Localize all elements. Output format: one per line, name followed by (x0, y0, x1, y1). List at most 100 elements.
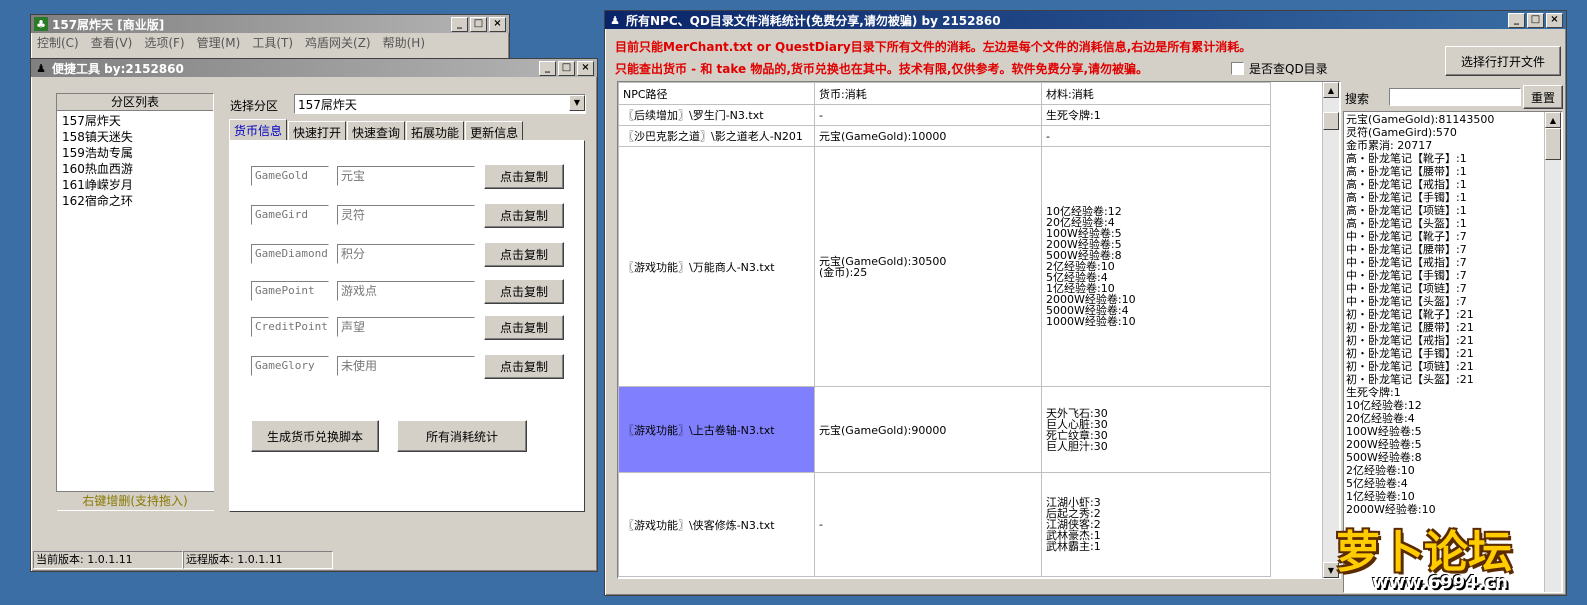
menu-tools[interactable]: 工具(T) (252, 34, 293, 51)
menu-options[interactable]: 选项(F) (144, 34, 184, 51)
open-file-button[interactable]: 选择行打开文件 (1445, 46, 1561, 76)
menu-help[interactable]: 帮助(H) (383, 34, 425, 51)
npc-path-cell[interactable]: 〖沙巴克影之道〗\影之道老人-N201 (618, 125, 815, 147)
watermark-url: www.6994.cn (1372, 572, 1508, 593)
currency-name-field[interactable]: 元宝 (337, 166, 475, 186)
table-row[interactable]: 〖后续增加〗\罗生门-N3.txt - 生死令牌:1 (618, 104, 1271, 126)
menu-view[interactable]: 查看(V) (91, 34, 133, 51)
materials-cell: 江湖小虾:3 后起之秀:2 江湖侠客:2 武林豪杰:1 武林霸主:1 (1041, 472, 1271, 577)
maximize-icon[interactable]: □ (558, 60, 575, 76)
status-remote-version: 远程版本: 1.0.1.11 (183, 551, 333, 569)
column-header-npc-path[interactable]: NPC路径 (618, 82, 815, 105)
close-icon[interactable]: × (577, 60, 594, 76)
currency-code-field[interactable]: GameGird (251, 205, 329, 225)
partition-item[interactable]: 160热血西游 (62, 161, 208, 177)
reset-button[interactable]: 重置 (1523, 85, 1563, 109)
table-row[interactable]: 〖沙巴克影之道〗\影之道老人-N201 元宝(GameGold):10000 - (618, 125, 1271, 147)
total-line: 10亿经验卷:12 (1346, 399, 1422, 412)
npc-path-cell[interactable]: 〖游戏功能〗\上古卷轴-N3.txt (618, 386, 815, 473)
total-line: 中・卧龙笔记【腰带】:7 (1346, 243, 1467, 256)
materials-cell: 天外飞石:30 巨人心脏:30 死亡纹章:30 巨人胆汁:30 (1041, 386, 1271, 473)
materials-cell: - (1041, 125, 1271, 147)
maximize-icon[interactable]: □ (470, 16, 487, 32)
scroll-thumb[interactable] (1323, 112, 1339, 130)
notice-line-2: 只能查出货币 - 和 take 物品的,货币兑换也在其中。技术有限,仅供参考。软… (615, 62, 1149, 76)
total-line: 高・卧龙笔记【靴子】:1 (1346, 152, 1467, 165)
partition-item[interactable]: 162宿命之环 (62, 193, 208, 209)
minimize-icon[interactable]: _ (451, 16, 468, 32)
minimize-icon[interactable]: _ (539, 60, 556, 76)
partition-item[interactable]: 157屌炸天 (62, 113, 208, 129)
currency-name-field[interactable]: 声望 (337, 317, 475, 337)
copy-button[interactable]: 点击复制 (484, 279, 564, 304)
currency-name-field[interactable]: 游戏点 (337, 281, 475, 301)
notice-line-1: 目前只能MerChant.txt or QuestDiary目录下所有文件的消耗… (615, 40, 1252, 54)
total-line: 中・卧龙笔记【手镯】:7 (1346, 269, 1467, 282)
close-icon[interactable]: × (1546, 12, 1563, 28)
menu-control[interactable]: 控制(C) (37, 34, 79, 51)
copy-button[interactable]: 点击复制 (484, 164, 564, 189)
maximize-icon[interactable]: □ (1527, 12, 1544, 28)
all-stats-button[interactable]: 所有消耗统计 (397, 420, 527, 452)
main-window-title: 157屌炸天 [商业版] (52, 17, 165, 32)
copy-button[interactable]: 点击复制 (484, 315, 564, 340)
copy-button[interactable]: 点击复制 (484, 354, 564, 379)
currency-code-field[interactable]: GameGlory (251, 356, 329, 376)
stats-title: 所有NPC、QD目录文件消耗统计(免费分享,请勿被骗) by 2152860 (626, 13, 1001, 28)
table-scrollbar[interactable]: ▲ ▼ (1322, 82, 1339, 578)
partition-item[interactable]: 159浩劫专属 (62, 145, 208, 161)
close-icon[interactable]: × (489, 16, 506, 32)
total-line: 高・卧龙笔记【手镯】:1 (1346, 191, 1467, 204)
npc-path-cell[interactable]: 〖后续增加〗\罗生门-N3.txt (618, 104, 815, 126)
total-line: 1亿经验卷:10 (1346, 490, 1415, 503)
stats-titlebar[interactable]: ♟ 所有NPC、QD目录文件消耗统计(免费分享,请勿被骗) by 2152860… (605, 11, 1566, 29)
scroll-up-icon[interactable]: ▲ (1323, 82, 1339, 98)
partition-item[interactable]: 158镇天迷失 (62, 129, 208, 145)
partition-select[interactable]: 157屌炸天 ▼ (294, 94, 586, 114)
currency-name-field[interactable]: 灵符 (337, 205, 475, 225)
search-label: 搜索 (1345, 92, 1370, 106)
total-line: 元宝(GameGold):81143500 (1346, 113, 1495, 126)
table-row-selected[interactable]: 〖游戏功能〗\上古卷轴-N3.txt 元宝(GameGold):90000 天外… (618, 386, 1271, 473)
total-line: 灵符(GameGird):570 (1346, 126, 1457, 139)
copy-button[interactable]: 点击复制 (484, 242, 564, 267)
column-header-currency[interactable]: 货币:消耗 (814, 82, 1042, 105)
total-line: 初・卧龙笔记【手镯】:21 (1346, 347, 1474, 360)
menu-gateway[interactable]: 鸡盾网关(Z) (305, 34, 371, 51)
table-row[interactable]: 〖游戏功能〗\侠客修炼-N3.txt - 江湖小虾:3 后起之秀:2 江湖侠客:… (618, 472, 1271, 577)
table-row[interactable]: 〖游戏功能〗\万能商人-N3.txt 元宝(GameGold):30500 (金… (618, 146, 1271, 387)
currency-code-field[interactable]: GamePoint (251, 281, 329, 301)
currency-cell: 元宝(GameGold):30500 (金币):25 (814, 146, 1042, 387)
partition-item[interactable]: 161峥嵘岁月 (62, 177, 208, 193)
currency-name-field[interactable]: 未使用 (337, 356, 475, 376)
copy-button[interactable]: 点击复制 (484, 203, 564, 228)
stats-table[interactable]: NPC路径 货币:消耗 材料:消耗 〖后续增加〗\罗生门-N3.txt - 生死… (617, 81, 1341, 579)
total-line: 2亿经验卷:10 (1346, 464, 1415, 477)
total-line: 500W经验卷:8 (1346, 451, 1422, 464)
npc-path-cell[interactable]: 〖游戏功能〗\侠客修炼-N3.txt (618, 472, 815, 577)
currency-code-field[interactable]: CreditPoint (251, 317, 329, 337)
npc-path-cell[interactable]: 〖游戏功能〗\万能商人-N3.txt (618, 146, 815, 387)
chevron-down-icon[interactable]: ▼ (569, 95, 585, 111)
column-header-materials[interactable]: 材料:消耗 (1041, 82, 1271, 105)
quick-tool-window: ♟ 便捷工具 by:2152860 _ □ × 分区列表 157屌炸天 158镇… (30, 58, 598, 572)
menu-bar: 控制(C) 查看(V) 选项(F) 管理(M) 工具(T) 鸡盾网关(Z) 帮助… (31, 33, 509, 51)
currency-code-field[interactable]: GameGold (251, 166, 329, 186)
generate-script-button[interactable]: 生成货币兑换脚本 (251, 420, 379, 452)
currency-code-field[interactable]: GameDiamond (251, 244, 329, 264)
quick-tool-titlebar[interactable]: ♟ 便捷工具 by:2152860 _ □ × (31, 59, 597, 77)
scroll-thumb[interactable] (1545, 128, 1561, 160)
search-input[interactable] (1389, 88, 1521, 106)
currency-name-field[interactable]: 积分 (337, 244, 475, 264)
scroll-up-icon[interactable]: ▲ (1545, 112, 1561, 128)
checkbox-box[interactable] (1231, 62, 1244, 75)
menu-manage[interactable]: 管理(M) (197, 34, 241, 51)
partition-list[interactable]: 分区列表 157屌炸天 158镇天迷失 159浩劫专属 160热血西游 161峥… (56, 93, 214, 511)
qd-checkbox-label: 是否查QD目录 (1249, 62, 1328, 76)
minimize-icon[interactable]: _ (1508, 12, 1525, 28)
qd-checkbox[interactable]: 是否查QD目录 (1231, 60, 1328, 77)
partition-list-header: 分区列表 (57, 94, 213, 111)
quick-tool-title: 便捷工具 by:2152860 (52, 61, 184, 76)
main-window-titlebar[interactable]: ♣ 157屌炸天 [商业版] _ □ × (31, 15, 509, 33)
material-line: 武林霸主:1 (1046, 540, 1101, 553)
